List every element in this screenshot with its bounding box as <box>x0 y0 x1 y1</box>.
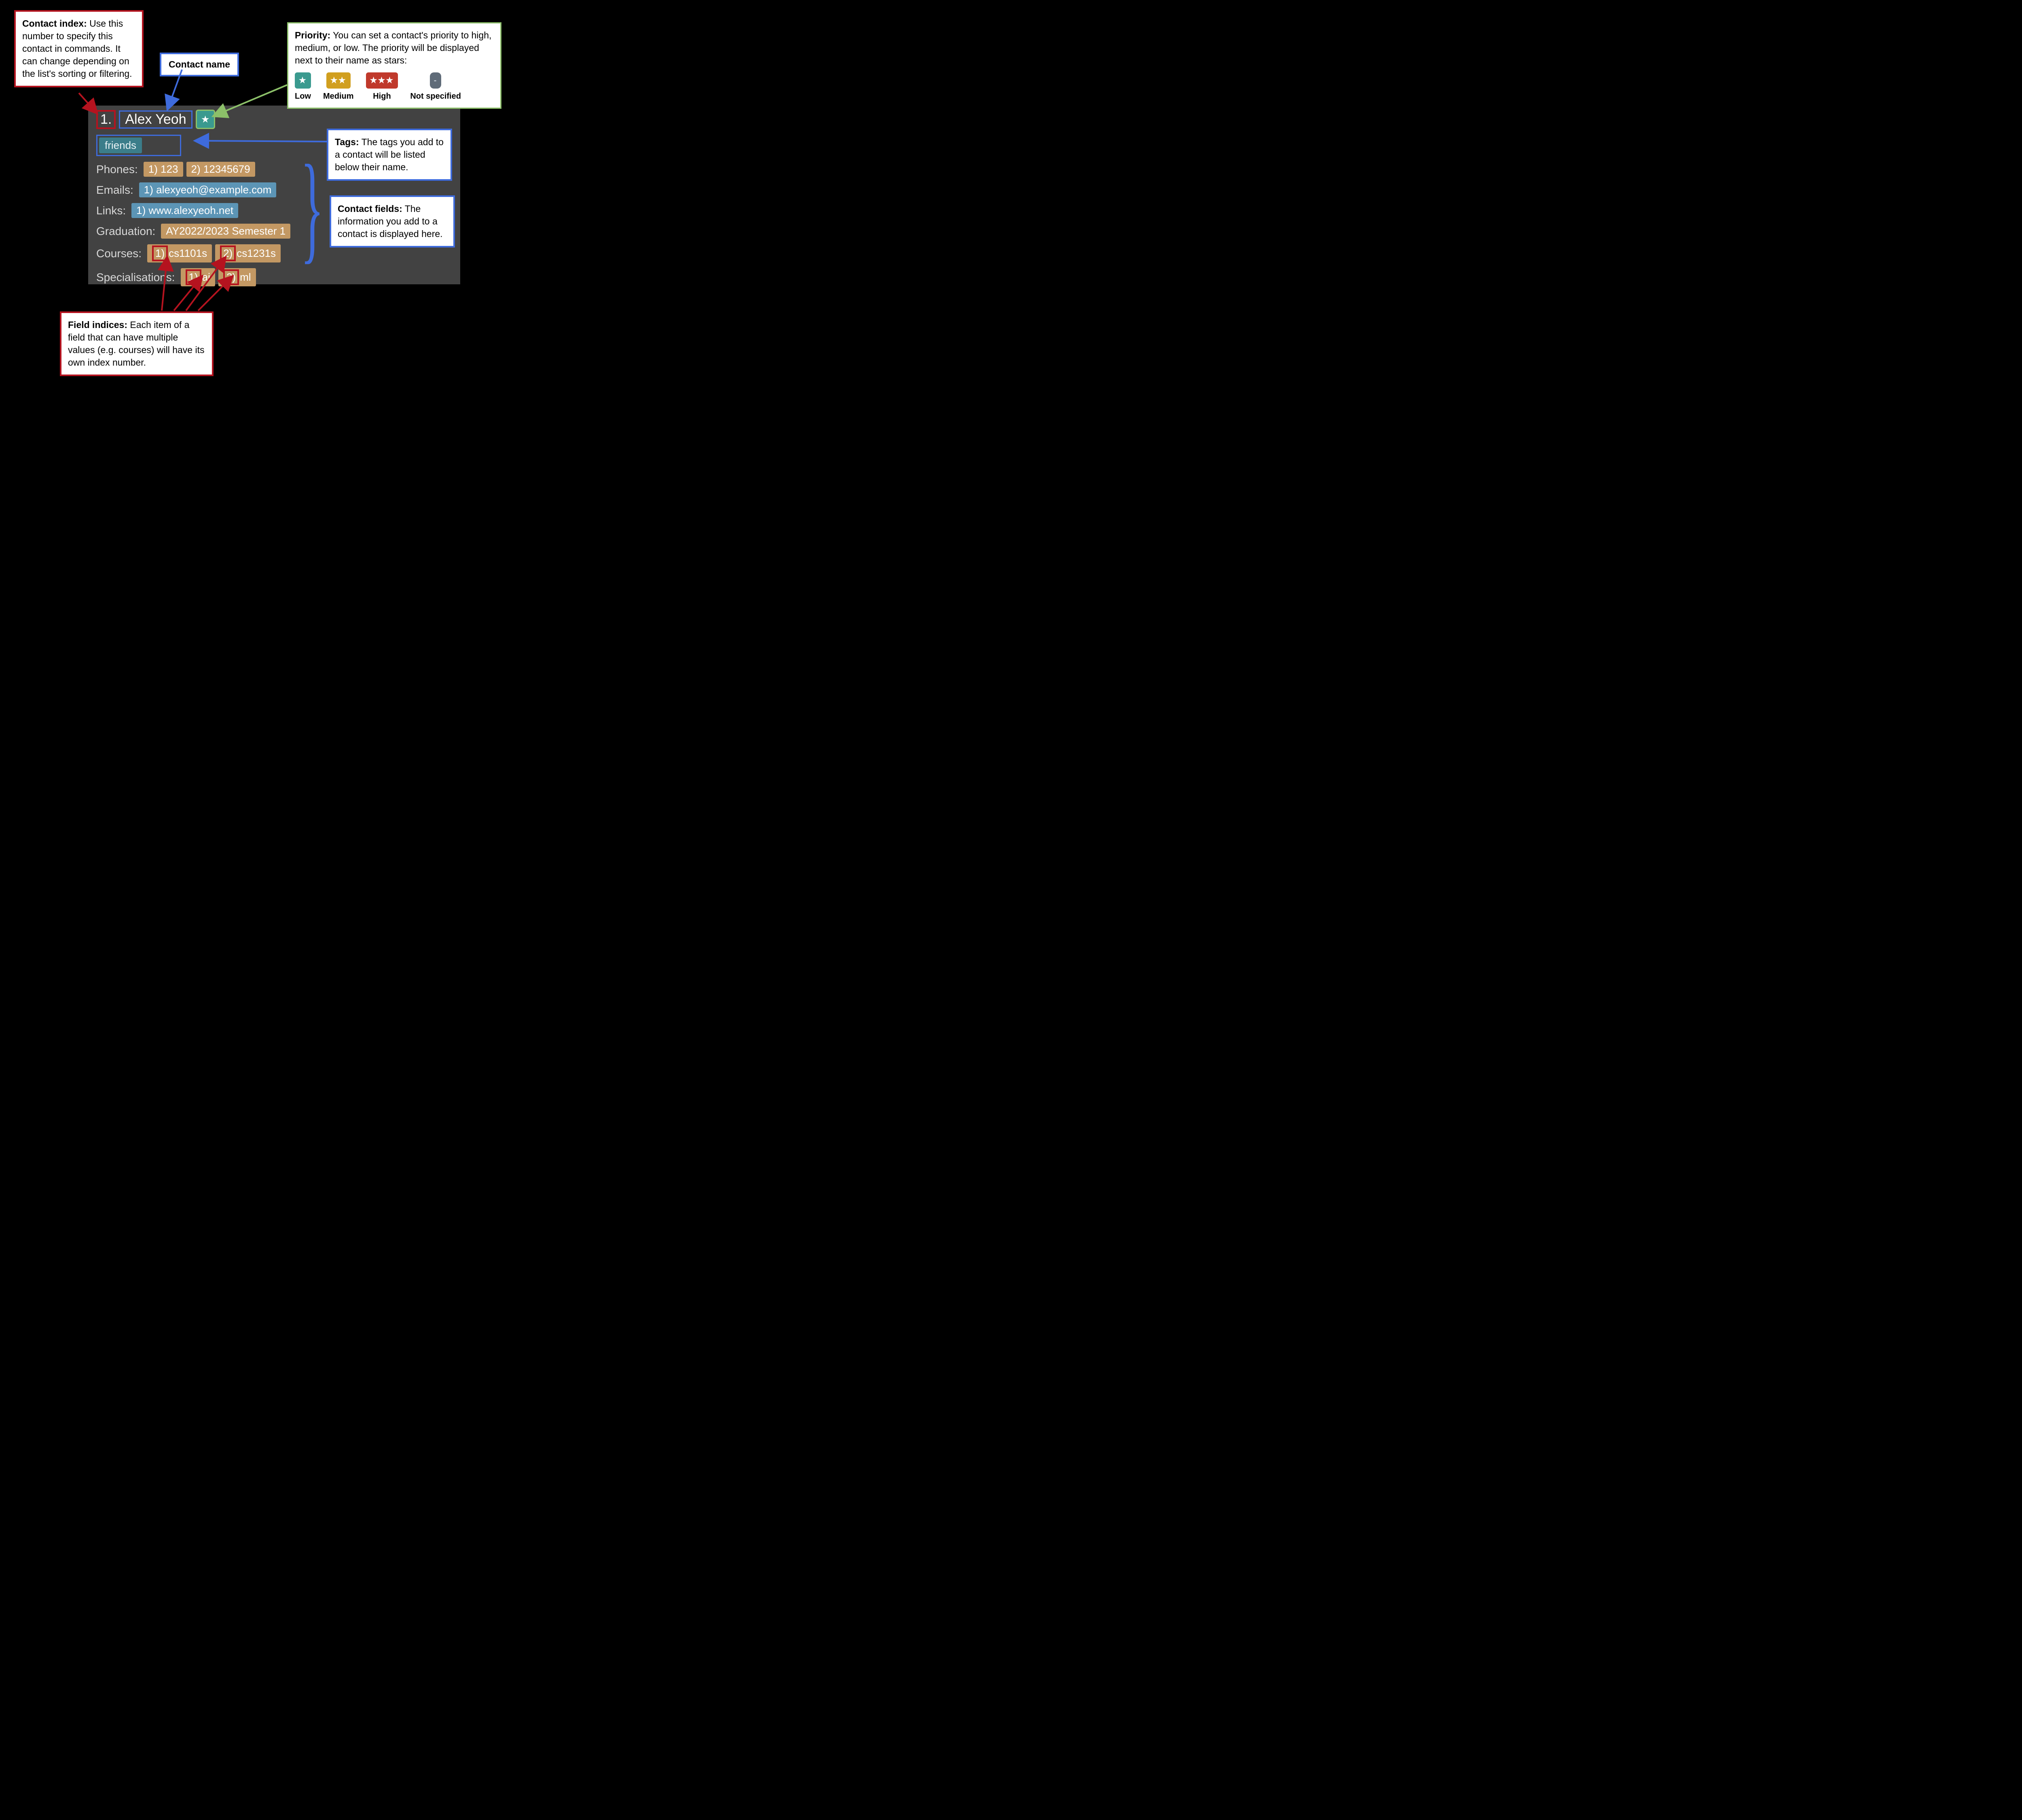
field-label: Courses: <box>96 247 142 260</box>
graduation-pill: AY2022/2023 Semester 1 <box>161 224 290 239</box>
legend-low: ★ Low <box>295 72 311 102</box>
spec-pill: 1)ai <box>181 268 215 286</box>
callout-contact-name: Contact name <box>160 53 239 76</box>
legend-high: ★★★ High <box>366 72 398 102</box>
star-icon: ★ <box>201 114 210 125</box>
field-label: Links: <box>96 204 126 217</box>
dash-icon: - <box>430 72 441 89</box>
phone-pill: 2) 12345679 <box>186 162 255 177</box>
brace-icon: } <box>300 138 324 277</box>
specialisations-row: Specialisations: 1)ai 2)ml <box>96 268 452 286</box>
tags-container: friends <box>96 135 181 156</box>
field-label: Graduation: <box>96 225 155 238</box>
field-label: Emails: <box>96 184 133 197</box>
course-pill: 1)cs1101s <box>147 244 212 262</box>
course-pill: 2)cs1231s <box>215 244 281 262</box>
star-icon: ★ <box>295 72 311 89</box>
callout-field-indices: Field indices: Each item of a field that… <box>60 311 214 376</box>
phone-pill: 1) 123 <box>144 162 183 177</box>
diagram-stage: 1. Alex Yeoh ★ friends Phones: 1) 123 2)… <box>0 0 514 385</box>
field-label: Phones: <box>96 163 138 176</box>
email-pill: 1) alexyeoh@example.com <box>139 182 276 197</box>
callout-tags: Tags: The tags you add to a contact will… <box>327 129 452 181</box>
star-icon: ★★ <box>326 72 351 89</box>
contact-index: 1. <box>96 110 116 129</box>
star-icon: ★★★ <box>366 72 398 89</box>
contact-name: Alex Yeoh <box>119 110 192 129</box>
callout-priority: Priority: You can set a contact's priori… <box>287 22 501 109</box>
callout-fields: Contact fields: The information you add … <box>330 195 455 248</box>
priority-badge: ★ <box>196 110 215 129</box>
field-label: Specialisations: <box>96 271 175 284</box>
legend-none: - Not specified <box>410 72 461 102</box>
link-pill: 1) www.alexyeoh.net <box>131 203 238 218</box>
legend-medium: ★★ Medium <box>323 72 354 102</box>
callout-contact-index: Contact index: Use this number to specif… <box>14 10 144 87</box>
spec-pill: 2)ml <box>218 268 256 286</box>
tag-chip: friends <box>99 138 142 153</box>
